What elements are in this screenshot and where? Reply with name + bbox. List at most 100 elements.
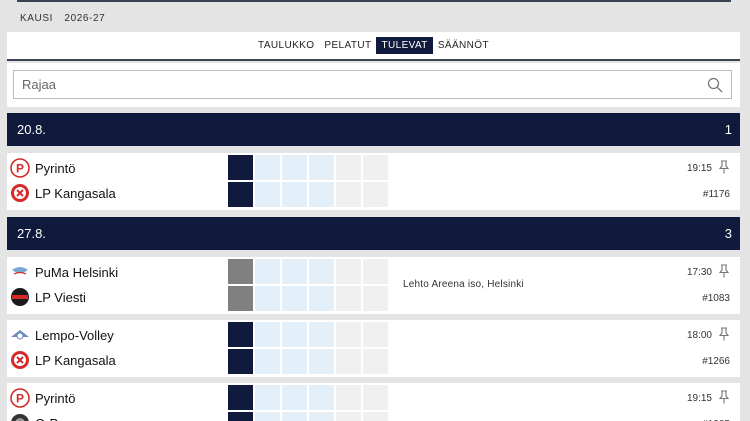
- set-score-cells: [228, 322, 388, 347]
- set-cell: [282, 155, 307, 180]
- set-cell: [363, 349, 388, 374]
- home-team-name: PuMa Helsinki: [35, 264, 119, 280]
- set-cell: [336, 412, 361, 421]
- set-cell: [282, 286, 307, 311]
- pin-icon[interactable]: [718, 264, 730, 278]
- match-count: 1: [724, 122, 732, 137]
- date-label: 27.8.: [17, 226, 46, 241]
- set-cell: [282, 412, 307, 421]
- set-cell: [282, 322, 307, 347]
- season-label: KAUSI 2026-27: [20, 13, 113, 24]
- set-cell: [282, 259, 307, 284]
- set-cell: [336, 259, 361, 284]
- home-team-name: Pyrintö: [35, 390, 76, 406]
- svg-text:P: P: [16, 162, 24, 176]
- filter-input[interactable]: [14, 71, 674, 98]
- set-cell: [282, 182, 307, 207]
- set-cell: [255, 322, 280, 347]
- set-cell: [309, 322, 334, 347]
- tab-tulevat[interactable]: TULEVAT: [376, 37, 433, 54]
- set-cell: [363, 286, 388, 311]
- set-cell: [363, 259, 388, 284]
- set-score-cells: [228, 286, 388, 311]
- match-count: 3: [724, 226, 732, 241]
- away-team-name: LP Kangasala: [35, 352, 116, 368]
- set-cell: [336, 286, 361, 311]
- set-cell: [309, 182, 334, 207]
- pyrinto-logo-icon: P: [10, 158, 30, 178]
- away-team[interactable]: LP Kangasala: [10, 350, 116, 370]
- score-cell: [228, 155, 253, 180]
- set-cell: [363, 182, 388, 207]
- set-cell: [363, 322, 388, 347]
- set-cell: [309, 349, 334, 374]
- home-team[interactable]: P Pyrintö: [10, 158, 75, 178]
- search-icon[interactable]: [707, 77, 723, 93]
- away-team[interactable]: OrPo: [10, 413, 65, 421]
- home-team-name: Pyrintö: [35, 160, 76, 176]
- set-score-cells: [228, 155, 388, 180]
- match-row[interactable]: PPyrintöOrPo19:15#1085: [7, 383, 740, 421]
- match-time: 19:15: [686, 393, 712, 404]
- set-cell: [336, 322, 361, 347]
- lp-kangasala-logo-icon: [10, 183, 30, 203]
- away-team[interactable]: LP Kangasala: [10, 183, 116, 203]
- score-cell: [228, 349, 253, 374]
- set-cell: [363, 155, 388, 180]
- pyrinto-logo-icon: P: [10, 388, 30, 408]
- match-row[interactable]: PuMa Helsinki LP Viesti Lehto Areena iso, …: [7, 257, 740, 314]
- tab-saannot[interactable]: SÄÄNNÖT: [433, 37, 494, 54]
- season-value: 2026-27: [64, 13, 106, 24]
- home-team[interactable]: PuMa Helsinki: [10, 262, 118, 282]
- set-cell: [255, 412, 280, 421]
- top-divider: [17, 0, 731, 2]
- score-cell: [228, 182, 253, 207]
- set-score-cells: [228, 349, 388, 374]
- set-cell: [336, 182, 361, 207]
- home-team[interactable]: Lempo-Volley: [10, 325, 114, 345]
- away-team[interactable]: LP Viesti: [10, 287, 86, 307]
- set-score-cells: [228, 385, 388, 410]
- season-caption: KAUSI: [20, 13, 54, 24]
- venue-label: Lehto Areena iso, Helsinki: [403, 279, 524, 290]
- match-time: 17:30: [686, 267, 712, 278]
- match-time: 19:15: [686, 163, 712, 174]
- lempo-volley-logo-icon: [10, 325, 30, 345]
- pin-icon[interactable]: [718, 160, 730, 174]
- set-cell: [309, 385, 334, 410]
- lp-kangasala-logo-icon: [10, 350, 30, 370]
- set-cell: [336, 385, 361, 410]
- pin-icon[interactable]: [718, 327, 730, 341]
- match-row[interactable]: P Pyrintö LP Kangasala 19:15 #1176: [7, 153, 740, 210]
- score-cell: [228, 412, 253, 421]
- set-cell: [309, 412, 334, 421]
- svg-text:P: P: [16, 392, 24, 406]
- match-time: 18:00: [686, 330, 712, 341]
- away-team-name: OrPo: [35, 416, 65, 421]
- match-row[interactable]: Lempo-Volley LP Kangasala 18:00 #1266: [7, 320, 740, 377]
- set-cell: [363, 412, 388, 421]
- tab-bar: TAULUKKO PELATUT TULEVAT SÄÄNNÖT: [7, 32, 740, 61]
- pin-icon[interactable]: [718, 390, 730, 404]
- tab-taulukko[interactable]: TAULUKKO: [253, 37, 319, 54]
- date-header: 27.8. 3: [7, 217, 740, 250]
- set-cell: [255, 349, 280, 374]
- set-cell: [309, 286, 334, 311]
- set-cell: [282, 385, 307, 410]
- tab-pelatut[interactable]: PELATUT: [319, 37, 376, 54]
- orpo-logo-icon: [10, 413, 30, 421]
- away-team-name: LP Viesti: [35, 289, 86, 305]
- lp-viesti-logo-icon: [10, 287, 30, 307]
- date-label: 20.8.: [17, 122, 46, 137]
- set-cell: [255, 155, 280, 180]
- match-number: #1083: [702, 293, 730, 304]
- match-number: #1176: [702, 189, 730, 200]
- filter-section: [7, 63, 740, 107]
- set-cell: [255, 182, 280, 207]
- home-team-name: Lempo-Volley: [35, 327, 114, 343]
- set-cell: [255, 259, 280, 284]
- home-team[interactable]: P Pyrintö: [10, 388, 75, 408]
- score-cell: [228, 286, 253, 311]
- set-cell: [255, 385, 280, 410]
- set-cell: [282, 349, 307, 374]
